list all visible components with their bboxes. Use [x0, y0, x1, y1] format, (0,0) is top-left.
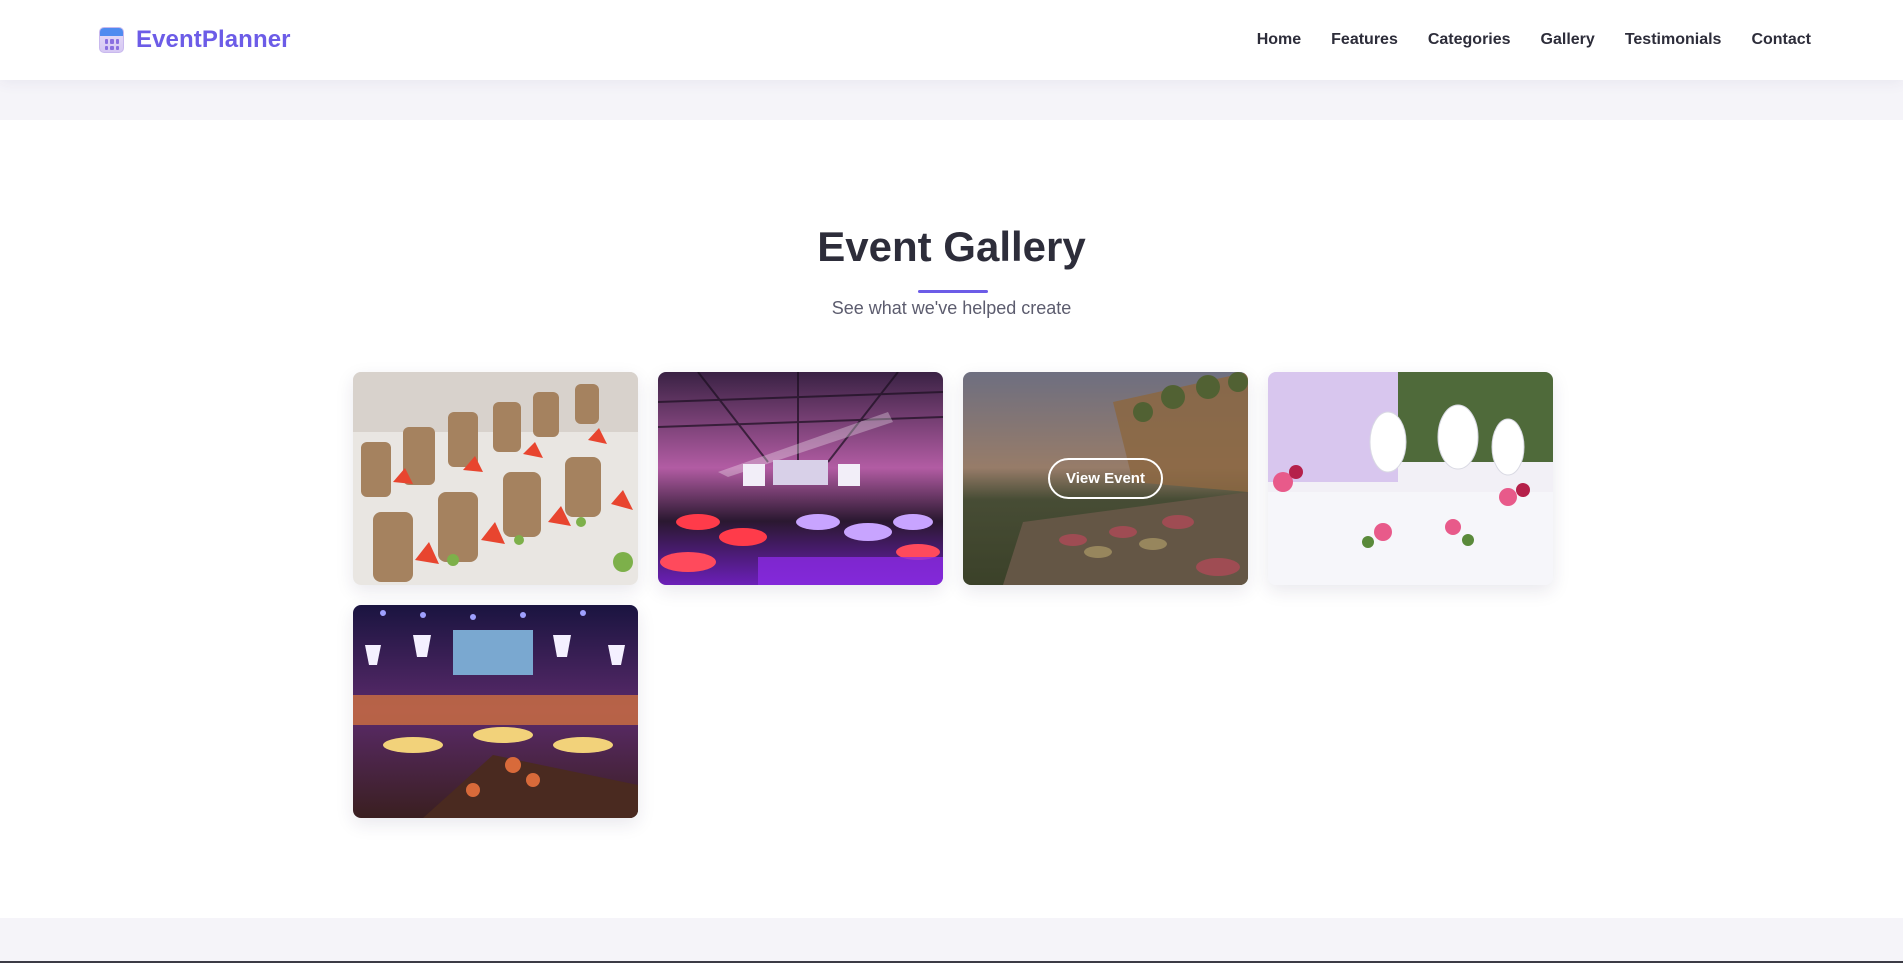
hover-overlay: View Event	[963, 372, 1248, 585]
gallery-image-banquet	[353, 372, 638, 585]
gallery-item-ballroom[interactable]	[353, 605, 638, 818]
gallery-image-concert	[658, 372, 943, 585]
nav-link-home[interactable]: Home	[1257, 31, 1301, 49]
section-title: Event Gallery	[817, 223, 1086, 270]
nav-link-gallery[interactable]: Gallery	[1541, 31, 1595, 49]
nav-link-contact[interactable]: Contact	[1751, 31, 1811, 49]
gallery-item-table-flowers[interactable]	[1268, 372, 1553, 585]
gallery-image-table-flowers	[1268, 372, 1553, 585]
main-nav: Home Features Categories Gallery Testimo…	[1257, 31, 1811, 49]
brand-name[interactable]: EventPlanner	[136, 26, 291, 54]
next-section	[0, 918, 1903, 963]
gallery-item-concert[interactable]	[658, 372, 943, 585]
nav-link-testimonials[interactable]: Testimonials	[1625, 31, 1722, 49]
gallery-item-banquet[interactable]	[353, 372, 638, 585]
gallery-image-ballroom	[353, 605, 638, 818]
nav-link-categories[interactable]: Categories	[1428, 31, 1511, 49]
calendar-icon	[99, 27, 124, 53]
navbar: EventPlanner Home Features Categories Ga…	[0, 0, 1903, 80]
brand-logo[interactable]: EventPlanner	[99, 26, 291, 54]
nav-link-features[interactable]: Features	[1331, 31, 1398, 49]
gallery-section: Event Gallery See what we've helped crea…	[0, 120, 1903, 918]
title-underline	[918, 290, 988, 293]
gallery-item-outdoor-buffet[interactable]: View Event	[963, 372, 1248, 585]
section-subtitle: See what we've helped create	[831, 298, 1072, 318]
view-event-button[interactable]: View Event	[1048, 458, 1163, 499]
